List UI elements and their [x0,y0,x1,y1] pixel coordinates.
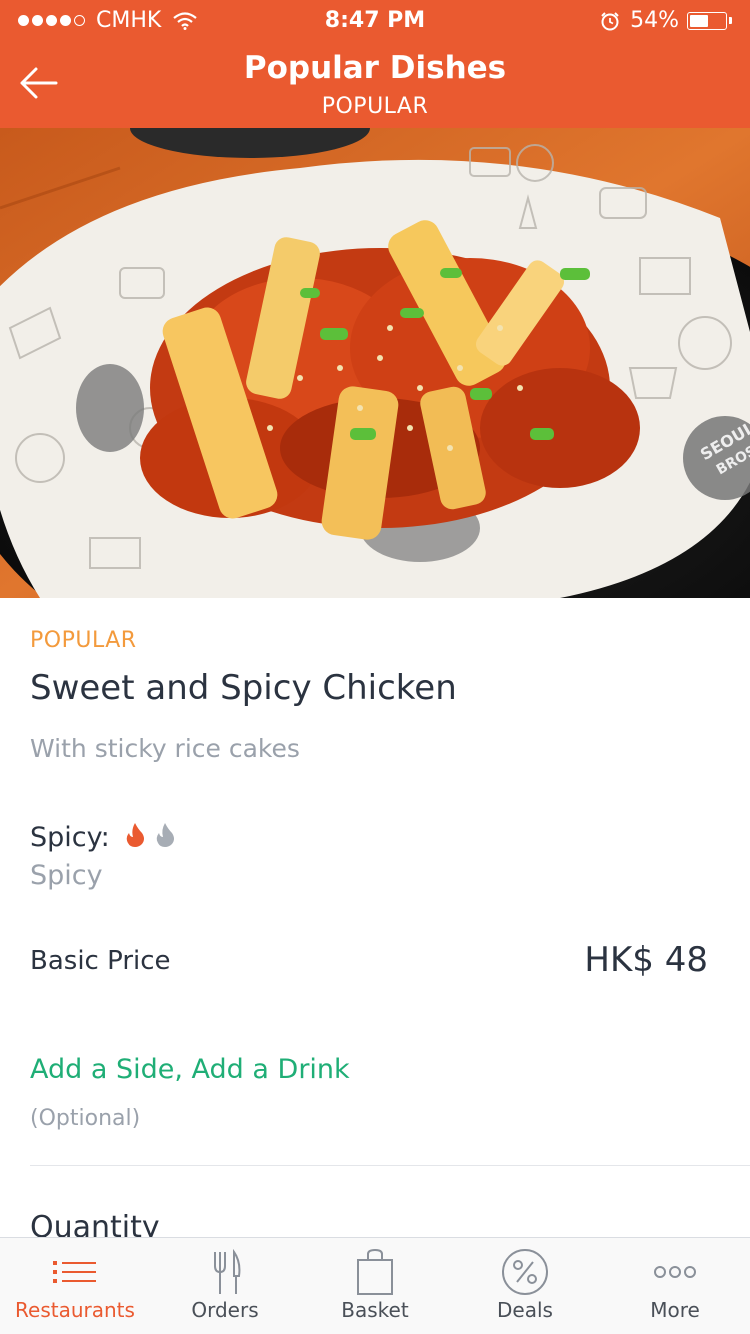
addons-optional-note: (Optional) [30,1106,141,1131]
header: CMHK 8:47 PM 54% Popular Dishes POPULAR [0,0,750,128]
quantity-label: Quantity [30,1210,160,1237]
spicy-level [124,822,184,848]
tab-label: Orders [191,1298,259,1322]
price-label: Basic Price [30,946,171,976]
dish-description: With sticky rice cakes [30,734,300,763]
list-icon [53,1261,96,1283]
tab-bar: Restaurants Orders Basket Deals More [0,1237,750,1334]
page-subtitle: POPULAR [321,94,429,119]
tab-basket[interactable]: Basket [300,1238,450,1334]
tab-label: Restaurants [15,1298,135,1322]
alarm-icon [601,11,619,30]
tab-label: Basket [341,1298,409,1322]
battery-fill [690,14,708,27]
battery-icon [687,11,727,30]
dish-illustration: SEOUL BROS [0,128,750,598]
tab-label: Deals [497,1298,553,1322]
tab-more[interactable]: More [600,1238,750,1334]
dish-details: POPULAR Sweet and Spicy Chicken With sti… [0,598,750,1237]
tab-label: More [650,1298,700,1322]
battery-percent: 54% [630,8,679,33]
price-value: HK$ 48 [584,940,708,980]
page-title: Popular Dishes [243,50,507,86]
spicy-label: Spicy: [30,822,110,853]
basket-icon [357,1248,393,1295]
dish-category: POPULAR [30,628,137,653]
flame-icon [126,823,144,847]
divider [30,1165,750,1166]
fork-knife-icon [214,1248,241,1294]
status-right: 54% [600,8,732,33]
flame-icon [156,823,174,847]
status-bar: CMHK 8:47 PM 54% [0,0,750,40]
percent-icon [502,1249,548,1295]
battery-nub [729,17,732,24]
add-side-drink-link[interactable]: Add a Side, Add a Drink [30,1054,350,1085]
tab-restaurants[interactable]: Restaurants [0,1238,150,1334]
tab-orders[interactable]: Orders [150,1238,300,1334]
more-icon [654,1266,696,1278]
dish-photo: SEOUL BROS [0,128,750,598]
spicy-value: Spicy [30,860,103,891]
tab-deals[interactable]: Deals [450,1238,600,1334]
dish-name: Sweet and Spicy Chicken [30,668,457,708]
